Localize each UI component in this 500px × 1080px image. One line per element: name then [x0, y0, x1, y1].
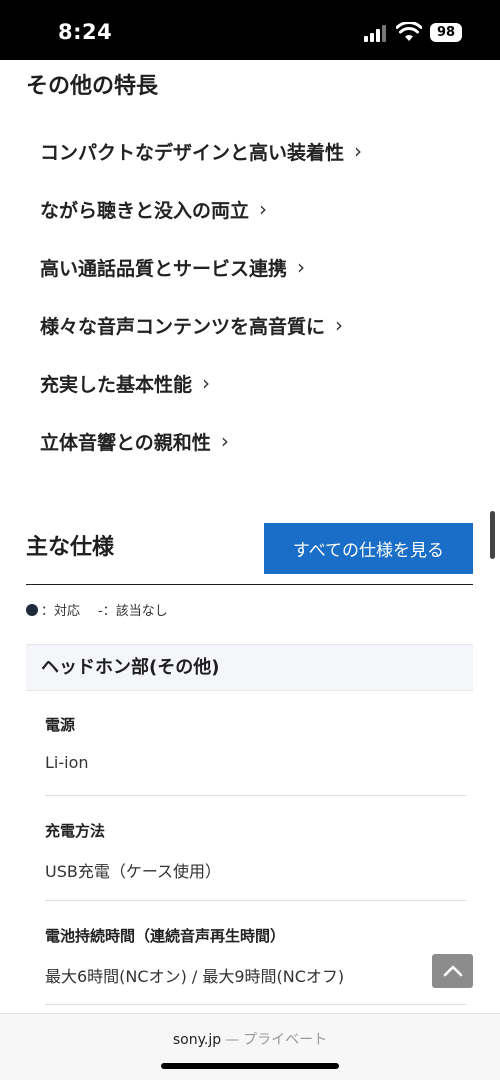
spec-label: 充電方法 — [45, 822, 106, 840]
feature-link-ambient-immersion[interactable]: ながら聴きと没入の両立 › — [40, 180, 480, 238]
legend-supported: ：対応 — [41, 604, 81, 619]
chevron-right-icon: › — [335, 313, 344, 337]
home-indicator[interactable] — [161, 1063, 339, 1069]
status-time: 8:24 — [58, 20, 113, 44]
specs-legend: ：対応 -：該当なし — [26, 600, 168, 619]
feature-link-label: 高い通話品質とサービス連携 — [40, 257, 288, 280]
feature-link-basic-performance[interactable]: 充実した基本性能 › — [40, 354, 480, 412]
feature-link-call-quality[interactable]: 高い通話品質とサービス連携 › — [40, 238, 480, 296]
spec-label: 電池持続時間（連続音声再生時間） — [45, 927, 286, 945]
spec-item-battery-life: 電池持続時間（連続音声再生時間） 最大6時間(NCオン) / 最大9時間(NCオ… — [45, 901, 466, 1005]
status-bar: 8:24 98 — [0, 0, 500, 60]
battery-icon: 98 — [430, 23, 462, 42]
browser-url-bar[interactable]: sony.jp — プライベート — [0, 1013, 500, 1080]
feature-link-label: 充実した基本性能 — [40, 373, 193, 396]
spec-value: 最大6時間(NCオン) / 最大9時間(NCオフ) — [45, 967, 345, 986]
spec-label: 電源 — [45, 716, 76, 734]
url-domain: sony.jp — [172, 1032, 222, 1048]
feature-link-audio-content[interactable]: 様々な音声コンテンツを高音質に › — [40, 296, 480, 354]
feature-link-label: コンパクトなデザインと高い装着性 — [40, 141, 345, 164]
url-display[interactable]: sony.jp — プライベート — [0, 1029, 500, 1049]
chevron-right-icon: › — [354, 139, 363, 163]
chevron-up-icon — [443, 965, 462, 977]
legend-not-applicable: -：該当なし — [98, 604, 168, 619]
view-all-specs-button[interactable]: すべての仕様を見る — [264, 523, 473, 574]
scrollbar[interactable] — [490, 511, 495, 559]
specs-divider — [26, 584, 473, 585]
feature-links-list: コンパクトなデザインと高い装着性 › ながら聴きと没入の両立 › 高い通話品質と… — [40, 122, 480, 470]
cellular-signal-icon — [364, 24, 390, 42]
spec-group-header: ヘッドホン部(その他) — [26, 644, 473, 691]
chevron-right-icon: › — [297, 255, 306, 279]
chevron-right-icon: › — [220, 429, 229, 453]
spec-value: Li-ion — [45, 753, 89, 772]
back-to-top-button[interactable] — [432, 954, 473, 988]
other-features-title: その他の特長 — [26, 74, 159, 99]
spec-value: USB充電（ケース使用） — [45, 862, 222, 881]
spec-item-power: 電源 Li-ion — [45, 692, 466, 796]
chevron-right-icon: › — [202, 371, 211, 395]
specs-title: 主な仕様 — [26, 535, 115, 560]
spec-item-charging: 充電方法 USB充電（ケース使用） — [45, 796, 466, 901]
url-separator: — — [225, 1032, 240, 1048]
supported-dot-icon — [26, 603, 38, 616]
feature-link-label: ながら聴きと没入の両立 — [40, 199, 250, 222]
feature-link-label: 立体音響との親和性 — [40, 431, 211, 454]
feature-link-spatial-audio[interactable]: 立体音響との親和性 › — [40, 412, 480, 470]
feature-link-label: 様々な音声コンテンツを高音質に — [40, 315, 326, 338]
chevron-right-icon: › — [259, 197, 268, 221]
private-mode-label: プライベート — [243, 1032, 328, 1048]
wifi-icon — [395, 21, 423, 42]
feature-link-compact-design[interactable]: コンパクトなデザインと高い装着性 › — [40, 122, 480, 180]
